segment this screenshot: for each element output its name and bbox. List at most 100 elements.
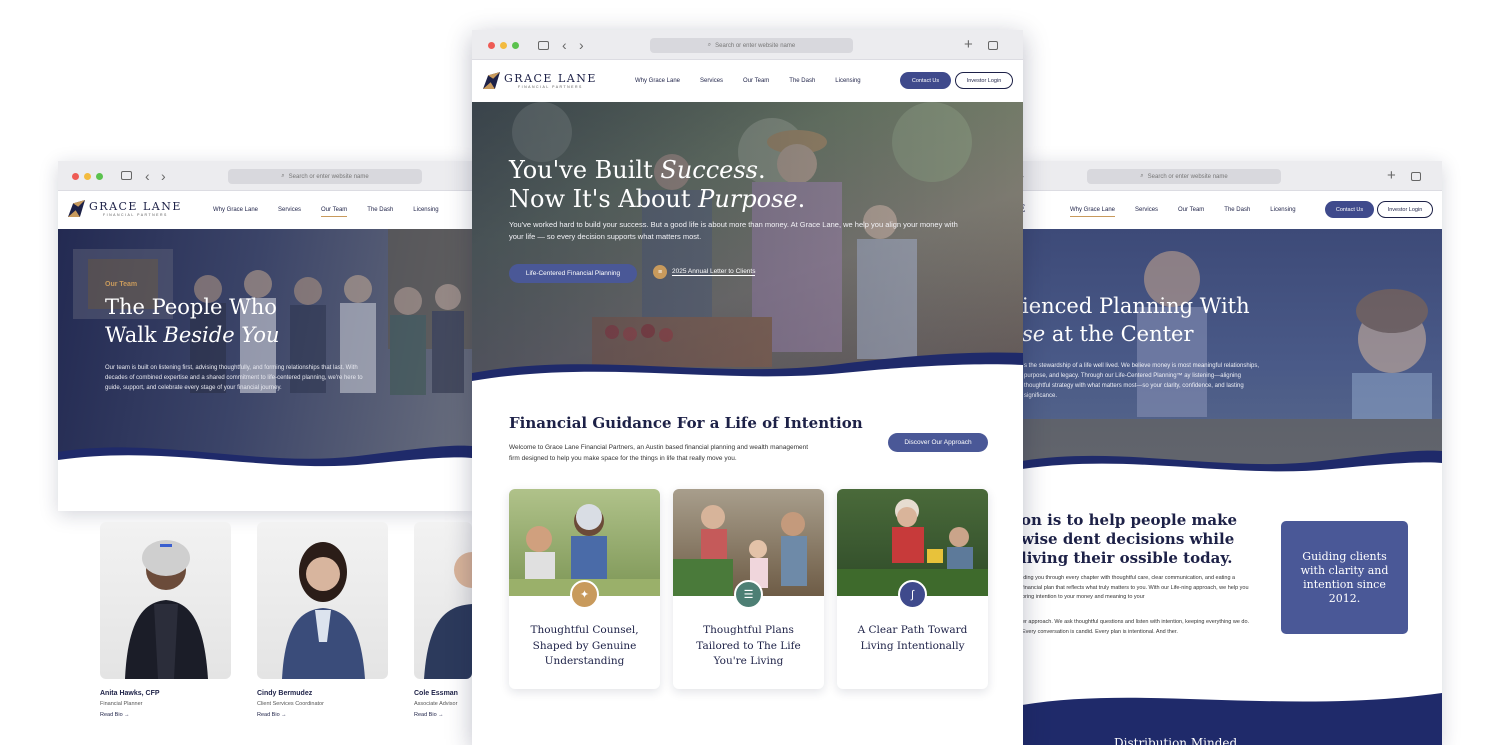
hero-title-line2: Walk Beside You <box>105 323 280 347</box>
nav-the-dash[interactable]: The Dash <box>367 207 393 213</box>
site-header: E Why Grace Lane Services Our Team The D… <box>1022 191 1442 229</box>
address-placeholder: Search or enter website name <box>715 42 796 49</box>
portrait-image <box>424 552 472 679</box>
search-icon: ⌕ <box>707 42 712 48</box>
hero-eyebrow: Our Team <box>105 281 138 288</box>
hero-body: You've worked hard to build your success… <box>509 220 958 241</box>
search-icon: ⌕ <box>1140 173 1144 179</box>
contact-us-button[interactable]: Contact Us <box>900 72 951 89</box>
nav-the-dash[interactable]: The Dash <box>789 78 815 84</box>
search-icon: ⌕ <box>281 173 285 179</box>
member-role: Client Services Coordinator <box>257 701 324 707</box>
hero-wave <box>58 445 472 474</box>
compass-icon: ✦ <box>570 580 599 609</box>
sidebar-icon[interactable] <box>538 41 549 50</box>
minimize-window-button[interactable] <box>500 42 507 49</box>
forward-icon[interactable]: › <box>579 38 584 52</box>
browser-toolbar: › ⌕ Search or enter website name + <box>1022 161 1442 191</box>
left-browser-window: ‹ › ⌕ Search or enter website name GRACE… <box>58 161 472 511</box>
close-window-button[interactable] <box>72 173 79 180</box>
nav-services[interactable]: Services <box>278 207 301 213</box>
nav-why-grace-lane[interactable]: Why Grace Lane <box>1070 207 1116 217</box>
tab-overview-icon[interactable] <box>1411 172 1421 181</box>
read-bio-link[interactable]: Read Bio → <box>414 712 472 718</box>
hero-title-line2: Now It's About Purpose. <box>509 185 806 213</box>
member-name: Cole Essman <box>414 690 458 697</box>
hero-italic-success: Success <box>660 156 758 184</box>
team-member-card[interactable]: Anita Hawks, CFP Financial Planner Read … <box>100 522 231 718</box>
back-icon[interactable]: ‹ <box>145 169 150 183</box>
nav-why-grace-lane[interactable]: Why Grace Lane <box>635 78 680 84</box>
portrait-image <box>282 542 365 679</box>
nav-services[interactable]: Services <box>700 78 723 84</box>
sidebar-icon[interactable] <box>121 171 132 180</box>
hero-title-line1: The People Who <box>105 295 277 319</box>
hero-body: Our team is built on listening first, ad… <box>105 365 363 391</box>
team-member-card[interactable]: Cole Essman Associate Advisor Read Bio → <box>414 522 472 718</box>
investor-login-button[interactable]: Investor Login <box>1377 201 1433 218</box>
nav-services[interactable]: Services <box>1135 207 1158 213</box>
member-photo <box>257 522 388 679</box>
logo-mark-icon <box>68 200 85 217</box>
minimize-window-button[interactable] <box>84 173 91 180</box>
nav-licensing[interactable]: Licensing <box>835 78 860 84</box>
center-browser-window: ‹ › ⌕ Search or enter website name + GRA… <box>472 30 1023 745</box>
arrow-right-icon: → <box>124 712 130 718</box>
nav-why-grace-lane[interactable]: Why Grace Lane <box>213 207 258 213</box>
member-photo <box>414 522 472 679</box>
team-member-card[interactable]: Cindy Bermudez Client Services Coordinat… <box>257 522 388 718</box>
contact-us-button[interactable]: Contact Us <box>1325 201 1374 218</box>
hero-title: You've Built Success. Now It's About Pur… <box>509 156 805 214</box>
nav-licensing[interactable]: Licensing <box>413 207 438 213</box>
card-title: Thoughtful Counsel, Shaped by Genuine Un… <box>530 624 639 667</box>
feature-card[interactable]: ∫ A Clear Path Toward Living Intentional… <box>837 489 988 689</box>
feature-card[interactable]: ☰ Thoughtful Plans Tailored to The Life … <box>673 489 824 689</box>
site-logo[interactable]: GRACE LANE FINANCIAL PARTNERS <box>483 72 597 89</box>
logo-name: GRACE LANE <box>89 200 182 213</box>
nav-our-team[interactable]: Our Team <box>1178 207 1204 213</box>
life-centered-planning-button[interactable]: Life-Centered Financial Planning <box>509 264 637 283</box>
nav-the-dash[interactable]: The Dash <box>1224 207 1250 213</box>
site-logo[interactable]: GRACE LANE FINANCIAL PARTNERS <box>68 200 182 217</box>
new-tab-icon[interactable]: + <box>1387 168 1396 183</box>
close-window-button[interactable] <box>488 42 495 49</box>
portrait-image <box>125 540 208 679</box>
nav-our-team[interactable]: Our Team <box>321 207 348 217</box>
address-bar[interactable]: ⌕ Search or enter website name <box>1087 169 1281 184</box>
member-role: Financial Planner <box>100 701 143 707</box>
discover-approach-button[interactable]: Discover Our Approach <box>888 433 988 452</box>
logo-mark-icon <box>483 72 500 89</box>
nav-licensing[interactable]: Licensing <box>1270 207 1295 213</box>
window-controls <box>72 173 103 180</box>
forward-icon[interactable]: › <box>161 169 166 183</box>
mission-paragraph-2: er approach. We ask thoughtful questions… <box>1022 619 1250 635</box>
window-controls <box>488 42 519 49</box>
hero-title: ienced Planning With se at the Center <box>1022 292 1250 348</box>
nav-our-team[interactable]: Our Team <box>743 78 769 84</box>
zoom-window-button[interactable] <box>512 42 519 49</box>
member-name: Cindy Bermudez <box>257 690 313 697</box>
bottom-heading: Distribution Minded <box>1114 736 1238 745</box>
hero-title-line1: ienced Planning With <box>1022 294 1250 318</box>
hero-title-line1: You've Built Success. <box>509 156 766 184</box>
hero-wave <box>472 352 1023 385</box>
annual-letter-link[interactable]: ≡ 2025 Annual Letter to Clients <box>653 265 756 279</box>
read-bio-link[interactable]: Read Bio → <box>100 712 231 718</box>
address-placeholder: Search or enter website name <box>1147 173 1228 180</box>
member-photo <box>100 522 231 679</box>
read-bio-link[interactable]: Read Bio → <box>257 712 388 718</box>
card-title: Thoughtful Plans Tailored to The Life Yo… <box>696 624 801 667</box>
team-hero: Our Team The People Who Walk Beside You … <box>58 229 472 474</box>
tab-overview-icon[interactable] <box>988 41 998 50</box>
feature-card[interactable]: ✦ Thoughtful Counsel, Shaped by Genuine … <box>509 489 660 689</box>
arrow-right-icon: → <box>281 712 287 718</box>
zoom-window-button[interactable] <box>96 173 103 180</box>
address-bar[interactable]: ⌕ Search or enter website name <box>228 169 422 184</box>
section-title: Financial Guidance For a Life of Intenti… <box>509 414 863 432</box>
back-icon[interactable]: ‹ <box>562 38 567 52</box>
investor-login-button[interactable]: Investor Login <box>955 72 1013 89</box>
planning-hero: ienced Planning With se at the Center s … <box>1022 229 1442 479</box>
new-tab-icon[interactable]: + <box>964 37 973 52</box>
address-bar[interactable]: ⌕ Search or enter website name <box>650 38 853 53</box>
address-placeholder: Search or enter website name <box>288 173 369 180</box>
